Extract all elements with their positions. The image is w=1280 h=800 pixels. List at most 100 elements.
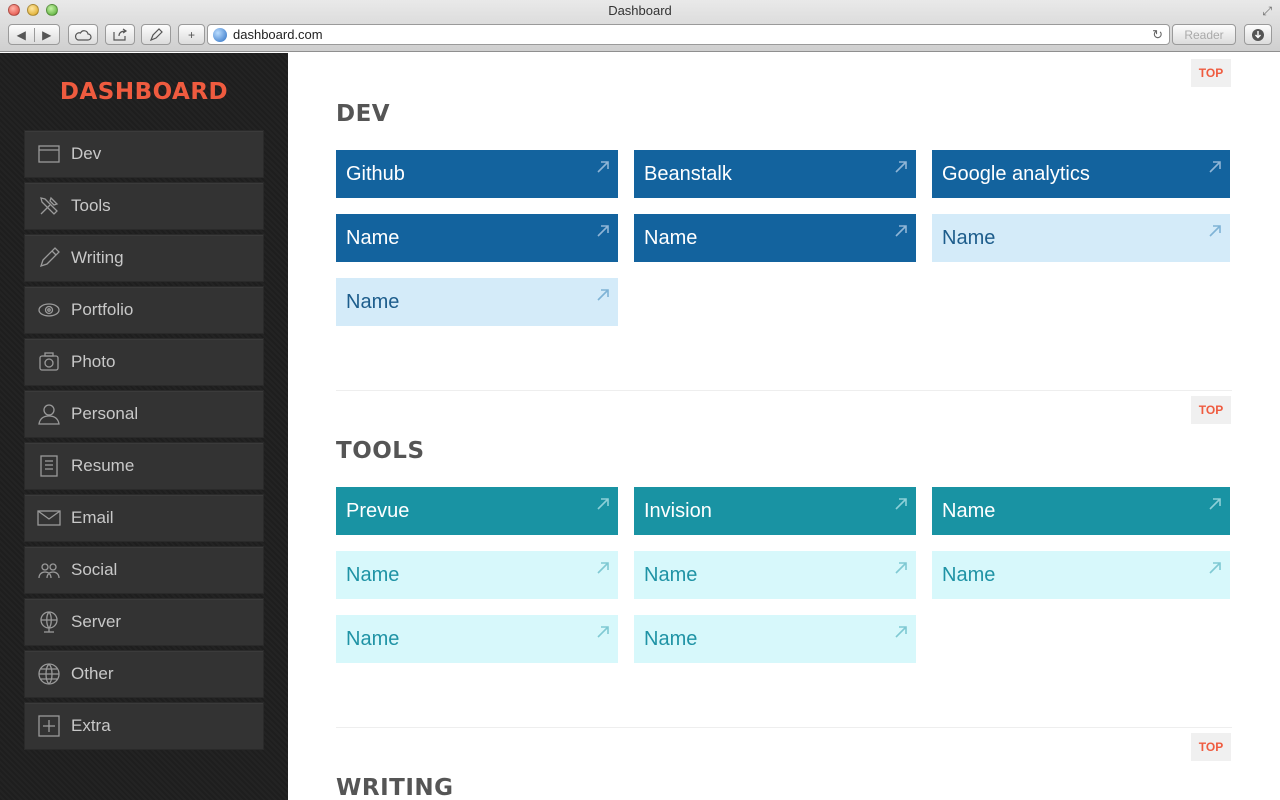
tile-label: Name [644, 226, 698, 249]
share-button[interactable] [105, 24, 135, 45]
sidebar-item-writing[interactable]: Writing [24, 234, 264, 282]
sidebar-item-dev[interactable]: Dev [24, 130, 264, 178]
section-divider [336, 390, 1232, 391]
link-tile[interactable]: Name [634, 551, 916, 599]
window-icon [36, 142, 62, 166]
fullscreen-icon[interactable]: ⤢ [1262, 4, 1272, 19]
pen-icon [149, 27, 163, 41]
sidebar-item-label: Photo [71, 352, 116, 371]
back-forward-buttons: ◀ ▶ [8, 24, 60, 45]
icloud-tabs-button[interactable] [68, 24, 98, 45]
link-tile[interactable]: Name [634, 615, 916, 663]
group-icon [36, 558, 62, 582]
forward-button[interactable]: ▶ [35, 28, 60, 42]
external-link-icon [1208, 157, 1222, 173]
tile-label: Prevue [346, 499, 410, 522]
sidebar-item-label: Extra [71, 716, 111, 735]
sidebar-item-tools[interactable]: Tools [24, 182, 264, 230]
tile-label: Name [644, 627, 698, 650]
external-link-icon [596, 558, 610, 574]
link-tile[interactable]: Name [336, 615, 618, 663]
external-link-icon [596, 494, 610, 510]
tile-label: Invision [644, 499, 712, 522]
link-tile[interactable]: Name [336, 278, 618, 326]
sidebar-item-server[interactable]: Server [24, 598, 264, 646]
sidebar-item-portfolio[interactable]: Portfolio [24, 286, 264, 334]
globe-icon [36, 662, 62, 686]
tile-label: Beanstalk [644, 162, 732, 185]
tools-icon [36, 194, 62, 218]
sidebar-item-label: Email [71, 508, 114, 527]
download-icon [1252, 28, 1264, 41]
document-icon [36, 454, 62, 478]
external-link-icon [894, 494, 908, 510]
person-icon [36, 402, 62, 426]
back-button[interactable]: ◀ [9, 27, 35, 42]
camera-icon [36, 350, 62, 374]
tile-label: Google analytics [942, 162, 1090, 185]
tile-label: Name [346, 563, 400, 586]
link-tile[interactable]: Beanstalk [634, 150, 916, 198]
link-tile[interactable]: Invision [634, 487, 916, 535]
sidebar: DASHBOARD Dev Tools Writing Portfolio Photo P… [0, 53, 288, 800]
external-link-icon [894, 221, 908, 237]
reader-button[interactable]: Reader [1172, 24, 1236, 45]
sidebar-item-label: Resume [71, 456, 135, 475]
tile-label: Name [644, 563, 698, 586]
window-title: Dashboard [608, 3, 672, 18]
link-tile[interactable]: Name [932, 551, 1230, 599]
tile-label: Name [346, 290, 400, 313]
external-link-icon [596, 221, 610, 237]
sidebar-item-personal[interactable]: Personal [24, 390, 264, 438]
back-to-top-link[interactable]: TOP [1191, 733, 1231, 761]
sidebar-item-social[interactable]: Social [24, 546, 264, 594]
back-to-top-link[interactable]: TOP [1191, 396, 1231, 424]
tile-label: Github [346, 162, 405, 185]
sidebar-item-label: Social [71, 560, 118, 579]
sidebar-item-resume[interactable]: Resume [24, 442, 264, 490]
address-bar[interactable]: dashboard.com ↻ [207, 24, 1170, 45]
sidebar-item-label: Server [71, 612, 122, 631]
link-tile[interactable]: Name [634, 214, 916, 262]
bookmark-button[interactable] [141, 24, 171, 45]
sidebar-item-label: Portfolio [71, 300, 134, 319]
sidebar-item-label: Personal [71, 404, 139, 423]
external-link-icon [596, 622, 610, 638]
tile-label: Name [942, 499, 996, 522]
sidebar-item-label: Dev [71, 144, 102, 163]
reload-icon[interactable]: ↻ [1152, 27, 1163, 43]
section-title-tools: TOOLS [336, 438, 425, 464]
external-link-icon [596, 157, 610, 173]
server-globe-icon [36, 610, 62, 634]
sidebar-item-other[interactable]: Other [24, 650, 264, 698]
sidebar-item-email[interactable]: Email [24, 494, 264, 542]
sidebar-item-photo[interactable]: Photo [24, 338, 264, 386]
eye-icon [36, 298, 62, 322]
downloads-button[interactable] [1244, 24, 1272, 45]
sidebar-nav: Dev Tools Writing Portfolio Photo Personal Res… [24, 130, 264, 754]
site-globe-icon [213, 27, 227, 42]
url-text[interactable]: dashboard.com [233, 27, 323, 42]
external-link-icon [1208, 558, 1222, 574]
sidebar-item-label: Tools [71, 196, 111, 215]
link-tile[interactable]: Github [336, 150, 618, 198]
back-to-top-link[interactable]: TOP [1191, 59, 1231, 87]
sidebar-item-extra[interactable]: Extra [24, 702, 264, 750]
cloud-icon [74, 29, 92, 41]
pencil-icon [36, 246, 62, 270]
section-title-dev: DEV [336, 101, 391, 127]
link-tile[interactable]: Name [336, 551, 618, 599]
external-link-icon [894, 558, 908, 574]
link-tile[interactable]: Prevue [336, 487, 618, 535]
external-link-icon [894, 157, 908, 173]
external-link-icon [894, 622, 908, 638]
section-title-writing: WRITING [336, 775, 454, 800]
tile-label: Name [942, 563, 996, 586]
link-tile[interactable]: Name [932, 214, 1230, 262]
link-tile[interactable]: Name [932, 487, 1230, 535]
tile-label: Name [942, 226, 996, 249]
link-tile[interactable]: Name [336, 214, 618, 262]
link-tile[interactable]: Google analytics [932, 150, 1230, 198]
external-link-icon [596, 285, 610, 301]
new-tab-button[interactable]: + [178, 24, 205, 45]
